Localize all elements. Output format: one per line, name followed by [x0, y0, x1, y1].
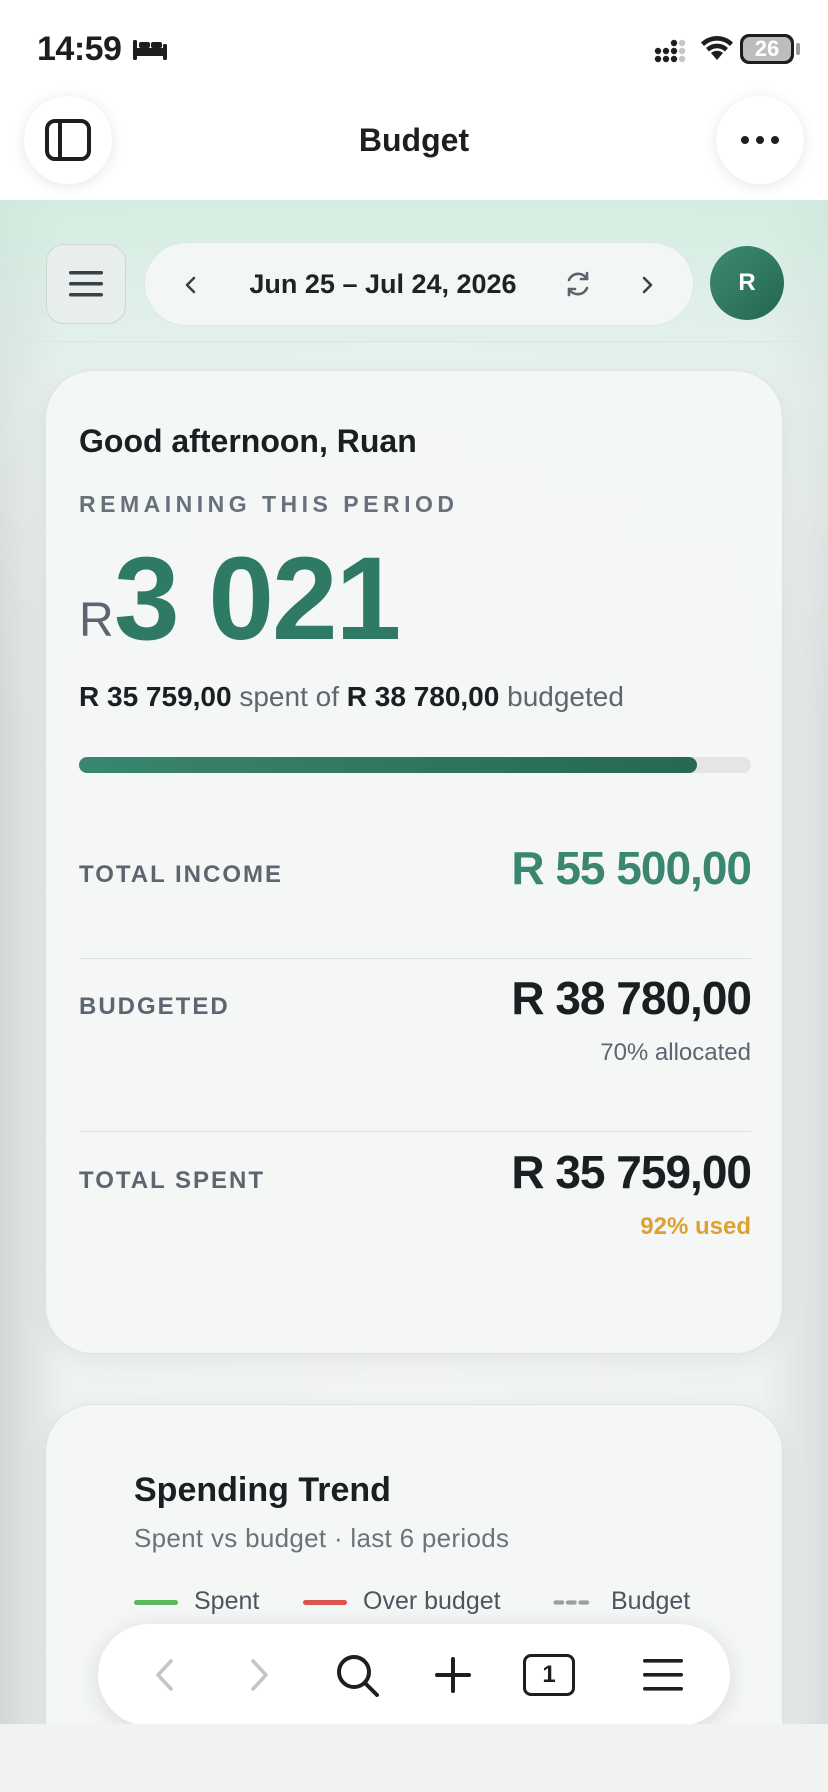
- spent-summary: R 35 759,00 spent of R 38 780,00 budgete…: [79, 681, 624, 713]
- period-label[interactable]: Jun 25 – Jul 24, 2026: [145, 269, 621, 300]
- divider: [79, 1131, 751, 1132]
- allocated-percent: 70% allocated: [600, 1039, 751, 1066]
- budget-progress-bar: [79, 757, 751, 773]
- stat-value: R 35 759,00: [511, 1146, 752, 1198]
- used-percent: 92% used: [640, 1213, 751, 1240]
- refresh-icon[interactable]: [561, 267, 595, 301]
- search-icon: [337, 1655, 379, 1697]
- next-period-button[interactable]: [631, 269, 663, 301]
- legend-swatch: [303, 1600, 347, 1605]
- legend-swatch: [553, 1600, 593, 1605]
- user-avatar[interactable]: R: [710, 246, 784, 320]
- cellular-signal-icon: [654, 39, 686, 63]
- trend-title: Spending Trend: [134, 1471, 391, 1509]
- status-time: 14:59: [37, 30, 122, 68]
- budgeted-text: budgeted: [499, 681, 624, 712]
- back-icon: [156, 1659, 173, 1691]
- forward-icon: [251, 1659, 268, 1691]
- trend-subtitle: Spent vs budget · last 6 periods: [134, 1523, 510, 1553]
- hamburger-icon: [69, 271, 103, 297]
- tabs-icon: 1: [523, 1654, 575, 1696]
- stat-row-budgeted: BUDGETED R 38 780,00 70% allocated: [79, 971, 752, 1131]
- legend-label: Spent: [194, 1587, 260, 1615]
- menu-button[interactable]: [46, 244, 126, 324]
- budgeted-amount: R 38 780,00: [346, 681, 500, 712]
- budget-summary-card: Good afternoon, Ruan REMAINING THIS PERI…: [45, 370, 783, 1354]
- remaining-label: REMAINING THIS PERIOD: [79, 491, 459, 517]
- forward-button[interactable]: [234, 1650, 284, 1700]
- budget-progress-fill: [79, 757, 698, 773]
- greeting: Good afternoon, Ruan: [79, 423, 417, 459]
- new-tab-button[interactable]: [428, 1650, 478, 1700]
- divider: [79, 958, 751, 959]
- stat-row-income: TOTAL INCOME R 55 500,00: [79, 841, 752, 941]
- stat-value: R 55 500,00: [511, 842, 752, 894]
- tabs-button[interactable]: 1: [522, 1650, 576, 1700]
- legend-swatch: [134, 1600, 178, 1605]
- wifi-icon: [701, 36, 733, 60]
- ellipsis-icon: [741, 136, 779, 144]
- more-options-button[interactable]: [716, 96, 804, 184]
- spent-of-text: spent of: [231, 681, 347, 712]
- legend-label: Budget: [611, 1587, 691, 1615]
- status-bar: 14:59 26: [0, 0, 828, 96]
- browser-menu-button[interactable]: [638, 1650, 688, 1700]
- battery-indicator: 26: [740, 34, 794, 64]
- spent-amount: R 35 759,00: [79, 681, 232, 712]
- remaining-amount: 3 021: [114, 533, 401, 665]
- stat-label: BUDGETED: [79, 993, 230, 1020]
- web-content: Jun 25 – Jul 24, 2026 R Good afternoon, …: [0, 200, 828, 1724]
- battery-level: 26: [754, 36, 780, 61]
- browser-top-bar: Budget: [0, 96, 828, 200]
- app-header: Jun 25 – Jul 24, 2026 R: [24, 226, 804, 342]
- page-title: Budget: [358, 122, 470, 158]
- legend-label: Over budget: [363, 1587, 501, 1615]
- hamburger-icon: [643, 1659, 683, 1691]
- search-button[interactable]: [332, 1650, 382, 1700]
- stat-row-spent: TOTAL SPENT R 35 759,00 92% used: [79, 1145, 752, 1305]
- tab-count: 1: [542, 1661, 556, 1688]
- back-button[interactable]: [140, 1650, 190, 1700]
- bed-icon: [133, 40, 167, 60]
- stat-label: TOTAL INCOME: [79, 861, 283, 888]
- stat-label: TOTAL SPENT: [79, 1167, 266, 1194]
- browser-toolbar: 1: [98, 1624, 730, 1726]
- period-selector: Jun 25 – Jul 24, 2026: [144, 242, 694, 326]
- home-indicator-area: [0, 1724, 828, 1792]
- remaining-currency: R: [79, 594, 114, 647]
- stat-value: R 38 780,00: [511, 972, 752, 1024]
- plus-icon: [435, 1657, 471, 1693]
